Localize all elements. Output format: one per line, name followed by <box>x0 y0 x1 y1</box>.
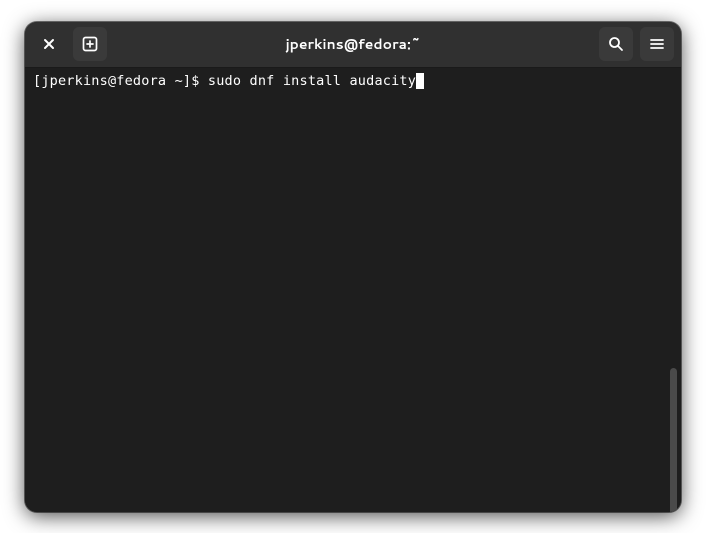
new-tab-icon <box>82 36 98 52</box>
new-tab-button[interactable] <box>73 27 107 61</box>
search-icon <box>608 36 624 52</box>
command-text: sudo dnf install audacity <box>208 73 416 89</box>
close-icon <box>42 37 56 51</box>
hamburger-icon <box>649 36 665 52</box>
cursor <box>416 73 424 89</box>
close-button[interactable] <box>32 27 66 61</box>
search-button[interactable] <box>599 27 633 61</box>
scrollbar-thumb[interactable] <box>670 368 677 512</box>
titlebar-right-group <box>599 27 674 61</box>
terminal-content[interactable]: [jperkins@fedora ~]$ sudo dnf install au… <box>25 68 681 512</box>
titlebar: jperkins@fedora:~ <box>25 22 681 68</box>
titlebar-left-group <box>32 27 107 61</box>
prompt-text: [jperkins@fedora ~]$ <box>33 73 208 89</box>
menu-button[interactable] <box>640 27 674 61</box>
terminal-line: [jperkins@fedora ~]$ sudo dnf install au… <box>33 73 424 89</box>
window-title: jperkins@fedora:~ <box>114 34 592 54</box>
terminal-window: jperkins@fedora:~ [jperkins@fed <box>25 22 681 512</box>
